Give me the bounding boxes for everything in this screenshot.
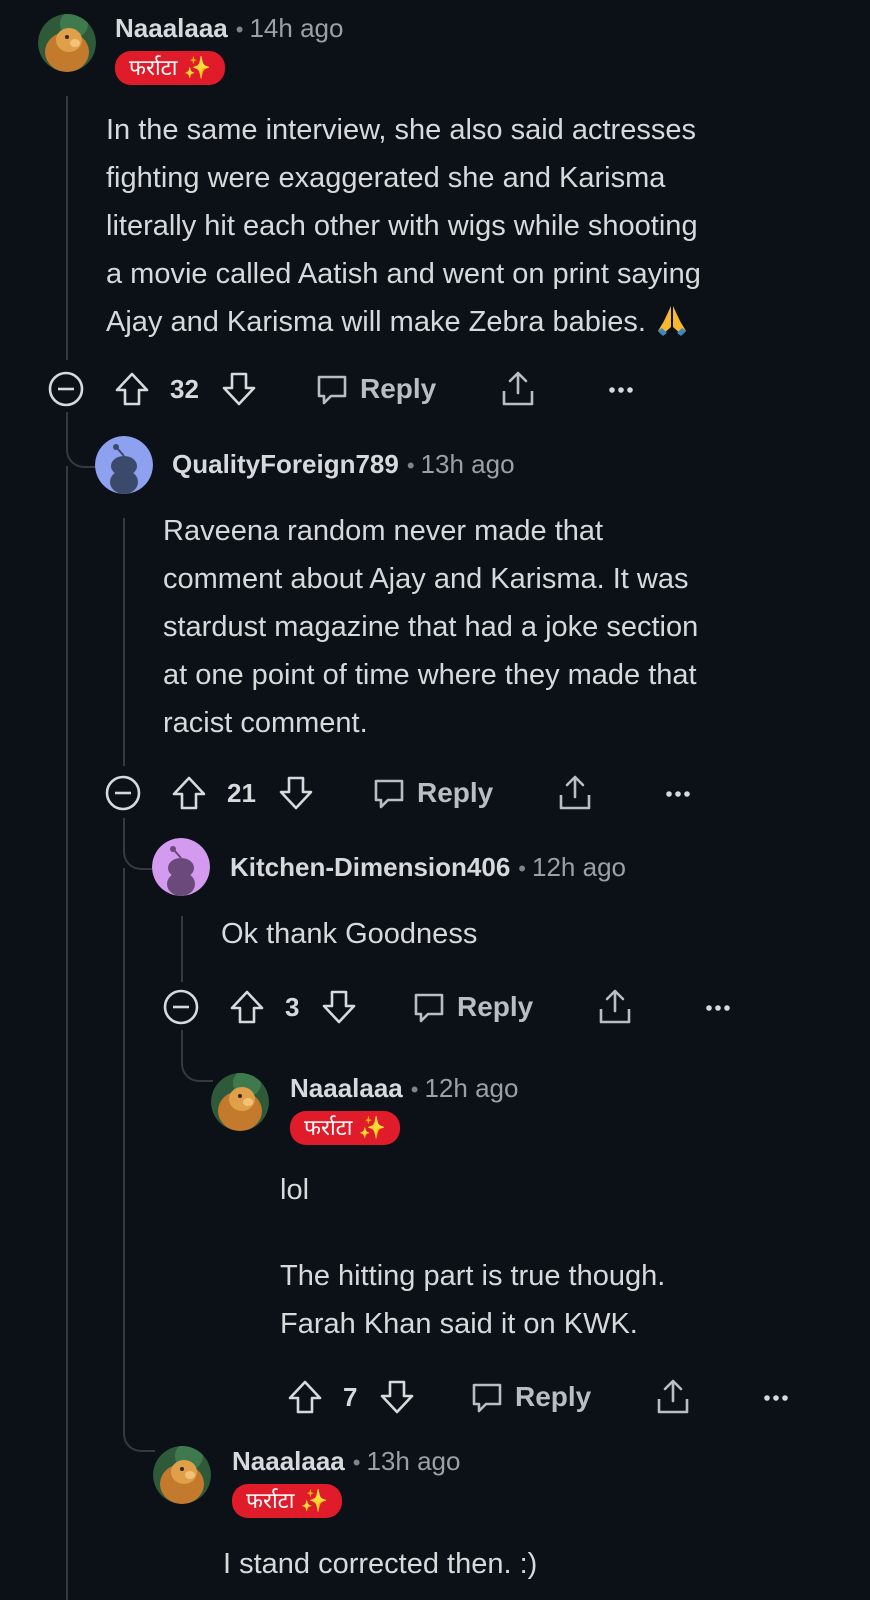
comment-actions: 7 Reply	[219, 1375, 819, 1419]
upvote-icon[interactable]	[114, 369, 150, 409]
timestamp: 13h ago	[366, 1446, 461, 1476]
comment-text-line: fighting were exaggerated she and Karism…	[106, 162, 666, 194]
vote-count: 32	[170, 373, 199, 404]
lion-avatar-icon	[38, 14, 96, 72]
upvote-icon[interactable]	[229, 987, 265, 1027]
lion-avatar-icon	[211, 1073, 269, 1131]
share-icon[interactable]	[498, 369, 538, 409]
comment-text-line: at one point of time where they made tha…	[163, 659, 697, 691]
reply-button[interactable]: Reply	[469, 1375, 591, 1419]
more-options-icon[interactable]	[703, 987, 733, 1027]
thread-connector	[181, 1030, 213, 1082]
comment-text-line: lol	[280, 1174, 310, 1206]
separator-dot: •	[352, 1450, 361, 1475]
reply-icon	[374, 779, 404, 809]
share-icon[interactable]	[555, 773, 595, 813]
snoo-avatar-icon	[152, 838, 210, 896]
more-options-icon[interactable]	[761, 1377, 791, 1417]
lion-avatar-icon	[153, 1446, 211, 1504]
upvote-icon[interactable]	[171, 773, 207, 813]
comment-text-line: In the same interview, she also said act…	[106, 114, 696, 146]
separator-dot: •	[410, 1077, 419, 1102]
username[interactable]: Kitchen-Dimension406	[230, 852, 510, 882]
reply-button[interactable]: Reply	[314, 367, 436, 411]
reply-label: Reply	[417, 777, 494, 808]
more-options-icon[interactable]	[606, 369, 636, 409]
collapse-icon[interactable]	[161, 987, 201, 1027]
username[interactable]: QualityForeign789	[172, 449, 399, 479]
comment-text-line: racist comment.	[163, 707, 368, 739]
comment-body: lol The hitting part is true though. Far…	[280, 1166, 840, 1348]
thread-line[interactable]	[181, 916, 183, 982]
timestamp: 13h ago	[420, 449, 515, 479]
thread-line[interactable]	[66, 466, 68, 1600]
downvote-icon[interactable]	[379, 1377, 415, 1417]
username[interactable]: Naaalaaa	[232, 1446, 345, 1476]
comment-text-line: Ok thank Goodness	[221, 918, 478, 950]
reply-icon	[472, 1383, 502, 1413]
reply-label: Reply	[515, 1381, 592, 1412]
thread-line[interactable]	[123, 518, 125, 766]
separator-dot: •	[235, 17, 244, 42]
timestamp: 12h ago	[424, 1073, 519, 1103]
user-flair: फर्राटा ✨	[115, 51, 225, 85]
comment-text-line: a movie called Aatish and went on print …	[106, 258, 701, 290]
thread-line[interactable]	[66, 96, 68, 360]
thread-connector	[123, 1318, 155, 1452]
comment-text-line: The hitting part is true though.	[280, 1260, 666, 1292]
avatar[interactable]	[95, 436, 153, 494]
comment-body: In the same interview, she also said act…	[106, 106, 846, 346]
thread-line[interactable]	[123, 868, 125, 1318]
vote-count: 7	[343, 1381, 358, 1412]
comment-body: I stand corrected then. :)	[223, 1540, 843, 1588]
thread-connector	[66, 412, 98, 468]
reply-button[interactable]: Reply	[371, 771, 493, 815]
snoo-avatar-icon	[95, 436, 153, 494]
collapse-icon[interactable]	[46, 369, 86, 409]
comment-actions: 32 Reply	[46, 367, 646, 411]
reply-label: Reply	[457, 991, 534, 1022]
user-flair: फर्राटा ✨	[232, 1484, 342, 1518]
vote-count: 21	[227, 777, 256, 808]
comment-text-line: I stand corrected then. :)	[223, 1548, 538, 1580]
comment-text-line: literally hit each other with wigs while…	[106, 210, 698, 242]
comment-text-line: comment about Ajay and Karisma. It was	[163, 563, 689, 595]
vote-count: 3	[285, 991, 300, 1022]
reply-icon	[414, 993, 444, 1023]
thread-connector	[123, 818, 155, 870]
downvote-icon[interactable]	[321, 987, 357, 1027]
downvote-icon[interactable]	[278, 773, 314, 813]
timestamp: 12h ago	[532, 852, 626, 882]
comment-text-line: Ajay and Karisma will make Zebra babies.	[106, 306, 646, 338]
separator-dot: •	[406, 453, 415, 478]
comment-actions: 21 Reply	[103, 771, 703, 815]
share-icon[interactable]	[595, 987, 635, 1027]
comment-text-line	[280, 1214, 840, 1252]
more-options-icon[interactable]	[663, 773, 693, 813]
share-icon[interactable]	[653, 1377, 693, 1417]
timestamp: 14h ago	[249, 13, 344, 43]
avatar[interactable]	[211, 1073, 269, 1131]
username[interactable]: Naaalaaa	[290, 1073, 403, 1103]
separator-dot: •	[518, 856, 526, 881]
folded-hands-emoji-icon	[658, 306, 687, 336]
upvote-icon[interactable]	[287, 1377, 323, 1417]
comment-text-line: Raveena random never made that	[163, 515, 604, 547]
avatar[interactable]	[38, 14, 96, 72]
comment-text-line: Farah Khan said it on KWK.	[280, 1308, 638, 1340]
reply-label: Reply	[360, 373, 437, 404]
comment-actions: 3 Reply	[161, 985, 761, 1029]
username[interactable]: Naaalaaa	[115, 13, 228, 43]
reply-button[interactable]: Reply	[411, 985, 533, 1029]
comment-text-line: stardust magazine that had a joke sectio…	[163, 611, 699, 643]
downvote-icon[interactable]	[221, 369, 257, 409]
user-flair: फर्राटा ✨	[290, 1111, 400, 1145]
avatar[interactable]	[152, 838, 210, 896]
avatar[interactable]	[153, 1446, 211, 1504]
comment-body: Raveena random never made that comment a…	[163, 507, 853, 747]
comment-body: Ok thank Goodness	[221, 910, 841, 958]
reply-icon	[317, 375, 347, 405]
collapse-icon[interactable]	[103, 773, 143, 813]
